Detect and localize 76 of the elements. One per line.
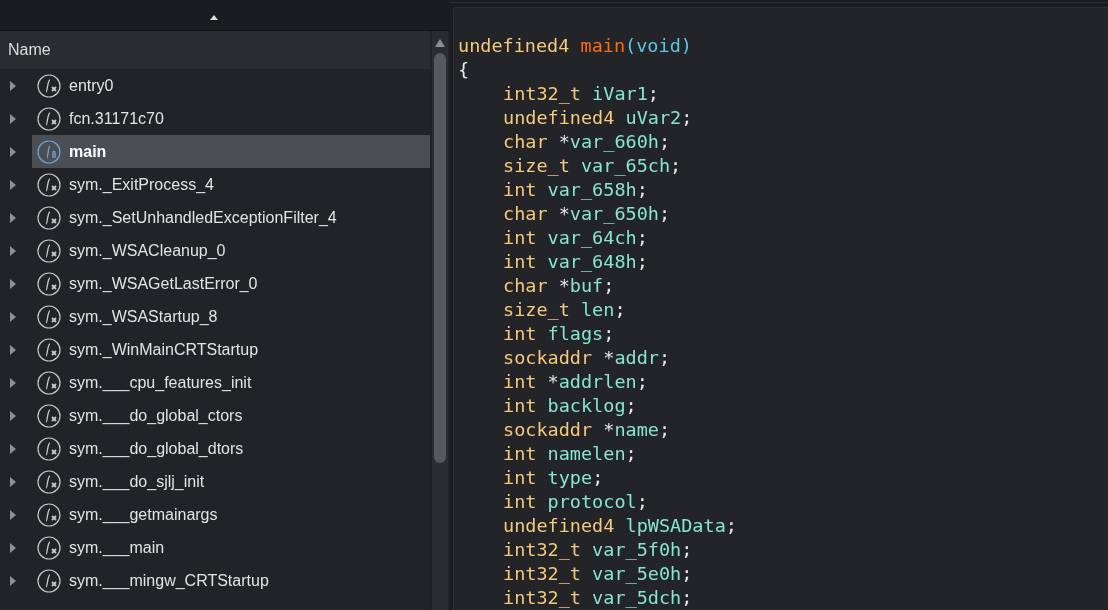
- function-icon: [37, 139, 61, 164]
- code-line: int backlog;: [503, 394, 637, 418]
- scroll-up-icon[interactable]: [435, 39, 445, 47]
- code-line: int var_648h;: [503, 250, 648, 274]
- function-item[interactable]: sym._WSAGetLastError_0: [32, 267, 430, 300]
- function-item[interactable]: sym._WSAStartup_8: [32, 300, 430, 333]
- code-line: int namelen;: [503, 442, 637, 466]
- code-line: size_t var_65ch;: [503, 154, 682, 178]
- code-line: int flags;: [503, 322, 615, 346]
- code-line: char *var_660h;: [503, 130, 671, 154]
- function-icon: [37, 370, 61, 395]
- code-line: sockaddr *name;: [503, 418, 671, 442]
- expand-arrow-icon[interactable]: [10, 80, 16, 91]
- function-icon: [37, 535, 61, 560]
- function-item[interactable]: sym.___do_global_dtors: [32, 432, 430, 465]
- code-line: undefined4 main(void): [458, 34, 692, 58]
- expand-arrow-icon[interactable]: [10, 377, 16, 388]
- code-line: sockaddr *addr;: [503, 346, 671, 370]
- function-item[interactable]: sym._ExitProcess_4: [32, 168, 430, 201]
- code-line: int32_t iVar1;: [503, 82, 659, 106]
- sort-arrow-icon: [210, 15, 218, 20]
- code-line: undefined4 lpWSAData;: [503, 514, 737, 538]
- function-icon: [37, 238, 61, 263]
- code-line: int var_658h;: [503, 178, 648, 202]
- function-item[interactable]: sym.___main: [32, 531, 430, 564]
- function-item[interactable]: sym._WSACleanup_0: [32, 234, 430, 267]
- code-line: int32_t var_5dch;: [503, 586, 693, 610]
- function-item[interactable]: sym._SetUnhandledExceptionFilter_4: [32, 201, 430, 234]
- code-line: int *addrlen;: [503, 370, 648, 394]
- function-item[interactable]: sym.___getmainargs: [32, 498, 430, 531]
- expand-arrow-icon[interactable]: [10, 146, 16, 157]
- expand-arrow-icon[interactable]: [10, 311, 16, 322]
- code-line: int type;: [503, 466, 604, 490]
- function-item[interactable]: sym._WinMainCRTStartup: [32, 333, 430, 366]
- expand-arrow-icon[interactable]: [10, 212, 16, 223]
- function-icon: [37, 469, 61, 494]
- expand-arrow-icon[interactable]: [10, 344, 16, 355]
- function-item[interactable]: fcn.31171c70: [32, 102, 430, 135]
- function-item[interactable]: sym.___do_sjlj_init: [32, 465, 430, 498]
- expand-arrow-icon[interactable]: [10, 509, 16, 520]
- code-line: char *buf;: [503, 274, 615, 298]
- function-item[interactable]: sym.___mingw_CRTStartup: [32, 564, 430, 597]
- function-icon: [37, 502, 61, 527]
- function-item[interactable]: sym.___cpu_features_init: [32, 366, 430, 399]
- code-line: {: [458, 58, 470, 82]
- expand-arrow-icon[interactable]: [10, 278, 16, 289]
- scrollbar-thumb[interactable]: [434, 53, 446, 463]
- code-line: int32_t var_5f0h;: [503, 538, 693, 562]
- expand-arrow-icon[interactable]: [10, 443, 16, 454]
- expand-arrow-icon[interactable]: [10, 542, 16, 553]
- code-line: int protocol;: [503, 490, 648, 514]
- function-icon: [37, 271, 61, 296]
- function-item[interactable]: entry0: [32, 69, 430, 102]
- code-line: size_t len;: [503, 298, 626, 322]
- function-icon: [37, 73, 61, 98]
- code-line: char *var_650h;: [503, 202, 671, 226]
- function-icon: [37, 403, 61, 428]
- scrollbar[interactable]: [432, 31, 448, 610]
- expand-arrow-icon[interactable]: [10, 179, 16, 190]
- function-icon: [37, 172, 61, 197]
- expand-arrow-icon[interactable]: [10, 410, 16, 421]
- function-icon: [37, 337, 61, 362]
- code-line: int var_64ch;: [503, 226, 648, 250]
- function-icon: [37, 436, 61, 461]
- code-line: undefined4 uVar2;: [503, 106, 693, 130]
- function-item[interactable]: main: [32, 135, 430, 168]
- function-icon: [37, 205, 61, 230]
- function-icon: [37, 568, 61, 593]
- expand-arrow-icon[interactable]: [10, 245, 16, 256]
- function-icon: [37, 304, 61, 329]
- code-line: int32_t var_5e0h;: [503, 562, 693, 586]
- function-item[interactable]: sym.___do_global_ctors: [32, 399, 430, 432]
- expand-arrow-icon[interactable]: [10, 575, 16, 586]
- expand-arrow-icon[interactable]: [10, 113, 16, 124]
- expand-arrow-icon[interactable]: [10, 476, 16, 487]
- function-icon: [37, 106, 61, 131]
